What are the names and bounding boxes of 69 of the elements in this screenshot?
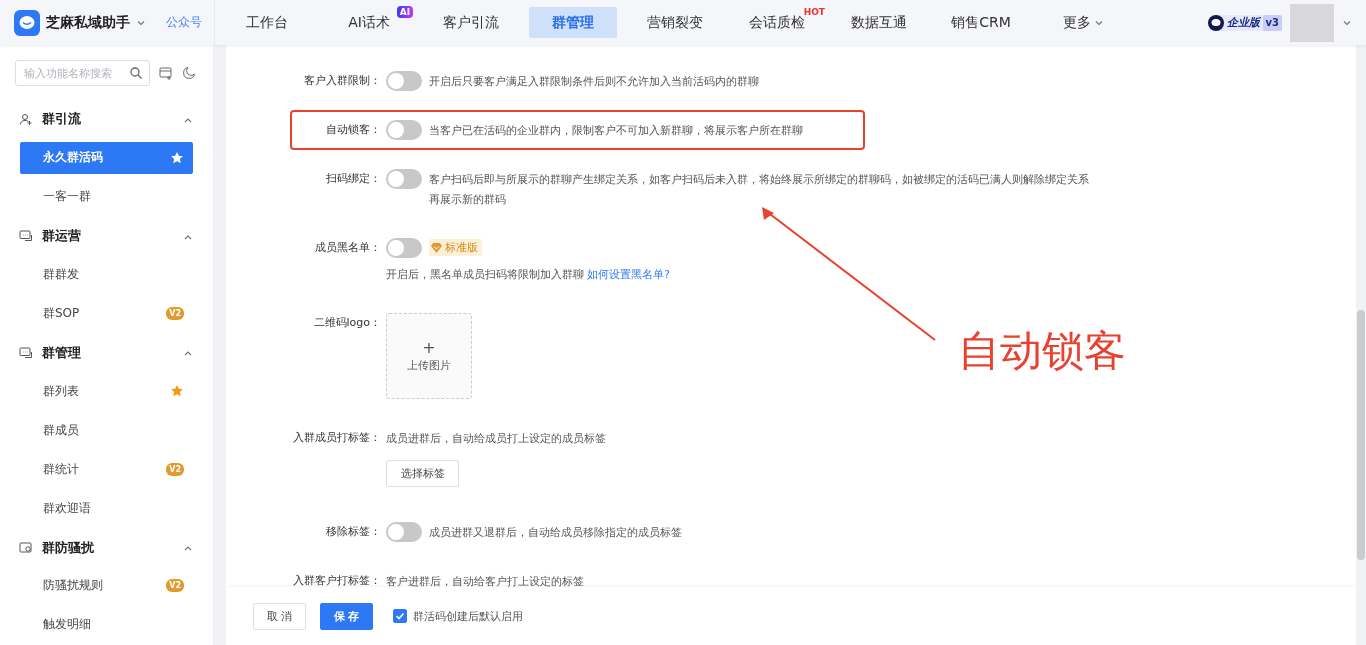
moon-icon[interactable] (182, 66, 196, 80)
tier-badge: 标准版 (429, 239, 482, 256)
edition-badge: 企业版 v3 (1207, 14, 1282, 31)
menu-item[interactable]: 群群发 (20, 258, 193, 291)
field-hint: 开启后，黑名单成员扫码将限制加入群聊 如何设置黑名单? (386, 267, 670, 282)
toggle-switch[interactable] (386, 71, 422, 91)
menu-item[interactable]: 群SOP V2 (20, 297, 193, 330)
toggle-switch[interactable] (386, 120, 422, 140)
avatar-placeholder[interactable] (1290, 3, 1334, 42)
nav-tab[interactable]: 数据互通 (835, 7, 923, 38)
field-label: 自动锁客： (325, 122, 381, 138)
version-badge: V2 (166, 307, 184, 320)
save-button[interactable]: 保 存 (320, 602, 373, 630)
official-account-link[interactable]: 公众号 (166, 14, 202, 31)
annotation-text: 自动锁客 (958, 325, 1126, 377)
nav-tab[interactable]: 工作台 (223, 7, 311, 38)
toggle-switch[interactable] (386, 238, 422, 258)
menu-group-title[interactable]: 群管理 (42, 343, 174, 362)
checkbox-label: 群活码创建后默认启用 (413, 608, 523, 624)
checkmark-icon (395, 611, 405, 621)
toggle-switch[interactable] (386, 522, 422, 542)
search-icon (129, 66, 143, 80)
card-add-icon[interactable] (159, 66, 173, 80)
field-label: 入群客户打标签： (292, 573, 381, 587)
field-label: 入群成员打标签： (292, 430, 381, 446)
field-hint: 当客户已在活码的企业群内，限制客户不可加入新群聊，将展示客户所在群聊 (429, 123, 803, 138)
field-label: 客户入群限制： (303, 73, 381, 89)
star-icon[interactable] (170, 150, 184, 165)
star-icon[interactable] (170, 384, 184, 399)
field-label: 成员黑名单： (314, 240, 381, 256)
menu-item[interactable]: 群统计 V2 (20, 453, 193, 486)
nav-tab[interactable]: 营销裂变 (631, 7, 719, 38)
menu-item[interactable]: 群欢迎语 (20, 492, 193, 525)
menu-group-title[interactable]: 群防骚扰 (42, 538, 174, 557)
field-hint: 成员进群又退群后，自动给成员移除指定的成员标签 (429, 525, 682, 540)
menu-item[interactable]: 群列表 (20, 375, 193, 408)
field-hint: 开启后只要客户满足入群限制条件后则不允许加入当前活码内的群聊 (429, 74, 759, 89)
nav-tab[interactable]: 更多 (1039, 7, 1127, 38)
ai-badge: AI (396, 6, 413, 18)
user-add-icon (19, 112, 33, 127)
field-hint: 客户进群后，自动给客户打上设定的标签 (386, 574, 584, 587)
upload-area[interactable]: + 上传图片 (386, 313, 472, 399)
field-label: 移除标签： (325, 524, 381, 540)
hot-label: HOT (803, 7, 825, 17)
toggle-switch[interactable] (386, 169, 422, 189)
menu-item[interactable]: 触发明细 (20, 609, 193, 641)
nav-tab[interactable]: 群管理 (529, 7, 617, 38)
select-tags-button[interactable]: 选择标签 (386, 460, 459, 487)
nav-tab[interactable]: AI话术 AI (325, 7, 413, 38)
version-badge: V2 (166, 462, 184, 476)
menu-item[interactable]: 一客一群 (20, 180, 193, 213)
field-label: 二维码logo： (312, 315, 381, 331)
search-field[interactable]: 输入功能名称搜索 (15, 60, 150, 86)
menu-group-title[interactable]: 群运营 (42, 227, 174, 246)
help-link[interactable]: 如何设置黑名单? (587, 268, 670, 280)
menu-item[interactable]: 群成员 (20, 414, 193, 447)
brand-name: 芝麻私域助手 (46, 13, 130, 32)
field-hint: 客户扫码后即与所展示的群聊产生绑定关系，如客户扫码后未入群，将始终展示所绑定的群聊码，如被绑定的活码已满人则解除绑定关系再展示新的群码 (429, 172, 1090, 207)
nav-tab[interactable]: 销售CRM (937, 7, 1025, 38)
field-label: 扫码绑定： (325, 171, 381, 187)
nav-tab[interactable]: 客户引流 (427, 7, 515, 38)
menu-group-title[interactable]: 群引流 (42, 110, 174, 129)
version-badge: V2 (166, 579, 184, 593)
field-hint: 成员进群后，自动给成员打上设定的成员标签 (386, 431, 606, 446)
menu-item[interactable]: 防骚扰规则 V2 (20, 570, 193, 602)
menu-item[interactable]: 永久群活码 (20, 141, 193, 174)
logo-icon (14, 9, 40, 36)
checkbox[interactable] (393, 609, 407, 623)
cancel-button[interactable]: 取 消 (253, 602, 306, 630)
